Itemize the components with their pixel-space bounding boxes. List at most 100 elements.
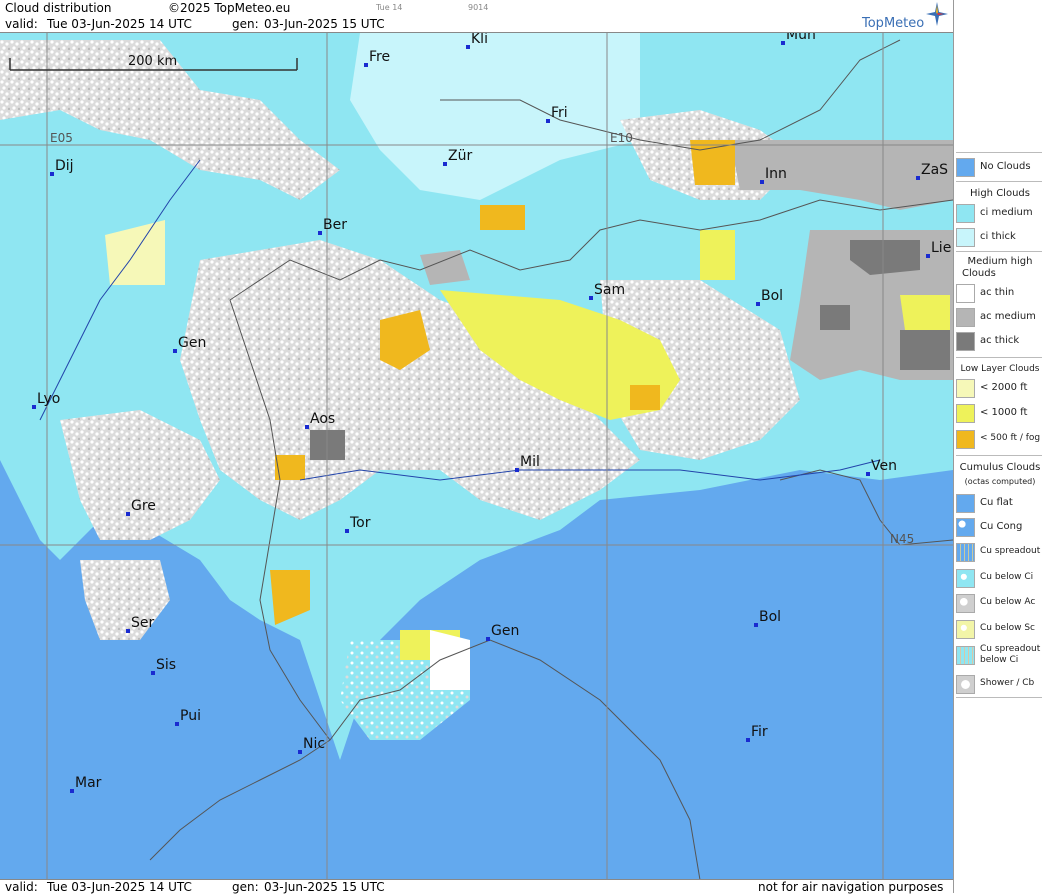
medium-clouds-heading-1: Medium high bbox=[967, 256, 1033, 267]
city-label: Bol bbox=[761, 288, 783, 304]
city-bol: Bol bbox=[756, 288, 783, 306]
disclaimer: not for air navigation purposes bbox=[758, 880, 944, 894]
legend-cu-below-sc: Cu below Sc bbox=[956, 620, 1044, 640]
gen-label: gen: bbox=[232, 17, 259, 31]
city-lyo: Lyo bbox=[32, 391, 60, 409]
gen-time: 03-Jun-2025 15 UTC bbox=[264, 17, 385, 31]
grid-label-e10: E10 bbox=[610, 131, 633, 145]
city-label: Tor bbox=[349, 515, 371, 531]
city-marker bbox=[173, 349, 177, 353]
city-label: Pui bbox=[180, 708, 201, 724]
city-marker bbox=[305, 425, 309, 429]
city-label: Ser bbox=[131, 615, 155, 631]
city-marker bbox=[515, 468, 519, 472]
city-zas: ZaS bbox=[916, 162, 948, 180]
grid-label-e05: E05 bbox=[50, 131, 73, 145]
city-inn: Inn bbox=[760, 166, 787, 184]
city-bol: Bol bbox=[754, 609, 781, 627]
legend-divider bbox=[956, 181, 1042, 182]
legend-ac-thin: ac thin bbox=[956, 284, 1044, 304]
low-1000-area bbox=[700, 230, 735, 280]
legend-label: < 500 ft / fog bbox=[980, 433, 1041, 443]
low-1000-area bbox=[900, 295, 950, 330]
legend-low-1000: < 1000 ft bbox=[956, 404, 1044, 424]
legend-label: ac thin bbox=[980, 287, 1015, 298]
legend-ci-medium: ci medium bbox=[956, 204, 1044, 224]
cu-cong-swatch bbox=[956, 518, 975, 537]
map-header: Cloud distribution ©2025 TopMeteo.eu Tue… bbox=[0, 0, 953, 33]
ac-medium-swatch bbox=[956, 308, 975, 327]
legend-divider bbox=[956, 152, 1042, 153]
city-marker bbox=[345, 529, 349, 533]
legend-shower: Shower / Cb bbox=[956, 675, 1044, 695]
city-label: Lyo bbox=[37, 391, 60, 407]
low-500-area bbox=[480, 205, 525, 230]
city-label: Mun bbox=[786, 33, 816, 43]
cu-spread-swatch bbox=[956, 543, 975, 562]
city-ven: Ven bbox=[866, 458, 897, 476]
cu-below-ci-swatch bbox=[956, 569, 975, 588]
city-nic: Nic bbox=[298, 736, 325, 754]
legend-label: Cu flat bbox=[980, 497, 1013, 508]
city-sam: Sam bbox=[589, 282, 625, 300]
legend-label: < 2000 ft bbox=[980, 382, 1028, 393]
footer-valid-label: valid: bbox=[5, 880, 38, 894]
legend-divider bbox=[956, 697, 1042, 698]
legend-label: ac thick bbox=[980, 335, 1020, 346]
legend-label: Shower / Cb bbox=[980, 678, 1035, 688]
city-marker bbox=[589, 296, 593, 300]
city-marker bbox=[546, 119, 550, 123]
city-marker bbox=[756, 302, 760, 306]
map-footer: valid: Tue 03-Jun-2025 14 UTC gen: 03-Ju… bbox=[0, 879, 953, 894]
city-label: ZaS bbox=[921, 162, 948, 178]
cu-below-sc-swatch bbox=[956, 620, 975, 639]
city-label: Mar bbox=[75, 775, 102, 791]
cu-below-ac-swatch bbox=[956, 594, 975, 613]
city-marker bbox=[298, 750, 302, 754]
city-marker bbox=[364, 63, 368, 67]
city-marker bbox=[754, 623, 758, 627]
legend-label: Cu below Sc bbox=[980, 623, 1035, 633]
city-marker bbox=[175, 722, 179, 726]
city-label: Ber bbox=[323, 217, 347, 233]
city-marker bbox=[126, 629, 130, 633]
cloud-map[interactable]: E05 E10 N45 200 km Kli Mun Fre Fri Dij Zür Inn… bbox=[0, 33, 953, 879]
city-marker bbox=[443, 162, 447, 166]
city-label: Gen bbox=[178, 335, 206, 351]
legend-label: Cu spreadout bbox=[980, 546, 1041, 556]
city-label: Gre bbox=[131, 498, 156, 514]
ac-thin-area bbox=[430, 630, 470, 690]
grid-label-n45: N45 bbox=[890, 532, 914, 546]
legend-divider bbox=[956, 357, 1042, 358]
city-marker bbox=[32, 405, 36, 409]
legend-low-500: < 500 ft / fog bbox=[956, 430, 1044, 450]
city-label: Gen bbox=[491, 623, 519, 639]
legend-panel: No Clouds High Clouds ci medium ci thick… bbox=[953, 0, 1045, 893]
city-marker bbox=[916, 176, 920, 180]
legend-no-clouds: No Clouds bbox=[956, 158, 1044, 178]
valid-time: Tue 03-Jun-2025 14 UTC bbox=[47, 17, 192, 31]
low-1000-swatch bbox=[956, 404, 975, 423]
low-2000-swatch bbox=[956, 379, 975, 398]
step-label: Tue 14 bbox=[376, 3, 403, 12]
cumulus-heading: Cumulus Clouds bbox=[959, 462, 1041, 473]
city-marker bbox=[318, 231, 322, 235]
city-label: Ven bbox=[871, 458, 897, 474]
topmeteo-logo: TopMeteo bbox=[862, 2, 948, 31]
city-marker bbox=[70, 789, 74, 793]
legend-cu-below-ci: Cu below Ci bbox=[956, 569, 1044, 589]
city-ser: Ser bbox=[126, 615, 155, 633]
medium-clouds-heading-2: Clouds bbox=[962, 268, 996, 279]
city-gre: Gre bbox=[126, 498, 156, 516]
ac-thin-swatch bbox=[956, 284, 975, 303]
shower-cb-swatch bbox=[956, 675, 975, 694]
legend-cu-cong: Cu Cong bbox=[956, 518, 1044, 538]
city-mar: Mar bbox=[70, 775, 102, 793]
city-label: Sam bbox=[594, 282, 625, 298]
footer-valid-time: Tue 03-Jun-2025 14 UTC bbox=[47, 880, 192, 894]
legend-ci-thick: ci thick bbox=[956, 228, 1044, 248]
legend-label: Cu spreadout bbox=[980, 644, 1041, 654]
city-label: Inn bbox=[765, 166, 787, 182]
cu-flat-swatch bbox=[956, 494, 975, 513]
city-label: Fre bbox=[369, 49, 390, 65]
